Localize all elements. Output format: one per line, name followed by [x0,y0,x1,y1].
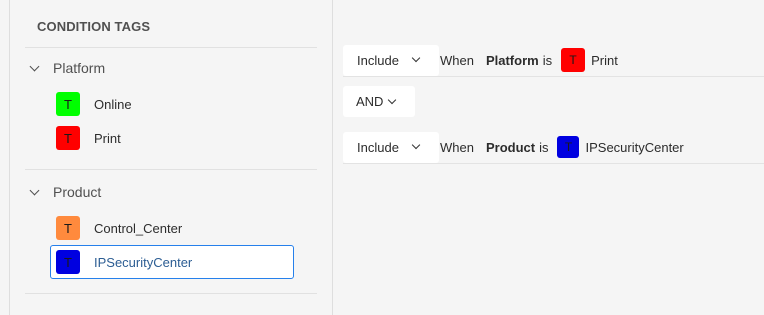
chevron-down-icon [29,185,40,195]
group-header-product[interactable]: Product [29,182,102,202]
include-select-label: Include [357,52,399,68]
group-label: Platform [53,60,106,76]
panel-title: CONDITION TAGS [37,19,151,34]
tag-item-ipsecuritycenter[interactable]: T IPSecurityCenter [50,245,294,279]
tag-value: IPSecurityCenter [585,139,684,155]
include-select[interactable]: Include [343,131,439,163]
rule-row-1: Include When Platform is T Print [343,44,764,77]
tag-label: Online [94,96,132,112]
chevron-down-icon [411,140,421,150]
operator-label: AND [356,94,384,109]
group-label: Product [53,184,102,200]
divider [25,169,317,170]
chevron-down-icon [388,95,397,104]
divider [25,47,317,48]
include-select[interactable]: Include [343,44,439,76]
tag-value: Print [591,52,618,68]
tag-label: Control_Center [94,220,183,236]
field-label: Platform [485,52,539,68]
tag-icon: T [561,48,586,72]
field-label: Product [485,139,536,155]
tag-label: Print [94,130,121,146]
when-label: When [440,139,474,155]
chevron-down-icon [411,53,421,63]
is-label: is [542,52,553,68]
group-header-platform[interactable]: Platform [29,58,106,78]
when-label: When [440,52,474,68]
tag-label: IPSecurityCenter [94,254,193,270]
tag-item-online[interactable]: T Online [50,87,294,121]
chevron-down-icon [29,61,40,71]
condition-tags-panel: CONDITION TAGS Platform T Online T Print… [11,0,333,315]
divider [25,293,317,294]
tag-icon: T [56,250,80,274]
tag-icon: T [56,126,80,150]
tag-icon: T [557,136,580,158]
tag-item-print[interactable]: T Print [50,121,294,155]
left-edge-strip [0,0,10,315]
tag-item-control-center[interactable]: T Control_Center [50,211,294,245]
tag-icon: T [56,216,80,240]
is-label: is [539,139,549,155]
operator-select[interactable]: AND [343,86,415,117]
rule-row-2: Include When Product is T IPSecurityCent… [343,131,764,164]
tag-icon: T [56,92,80,116]
include-select-label: Include [357,139,399,155]
